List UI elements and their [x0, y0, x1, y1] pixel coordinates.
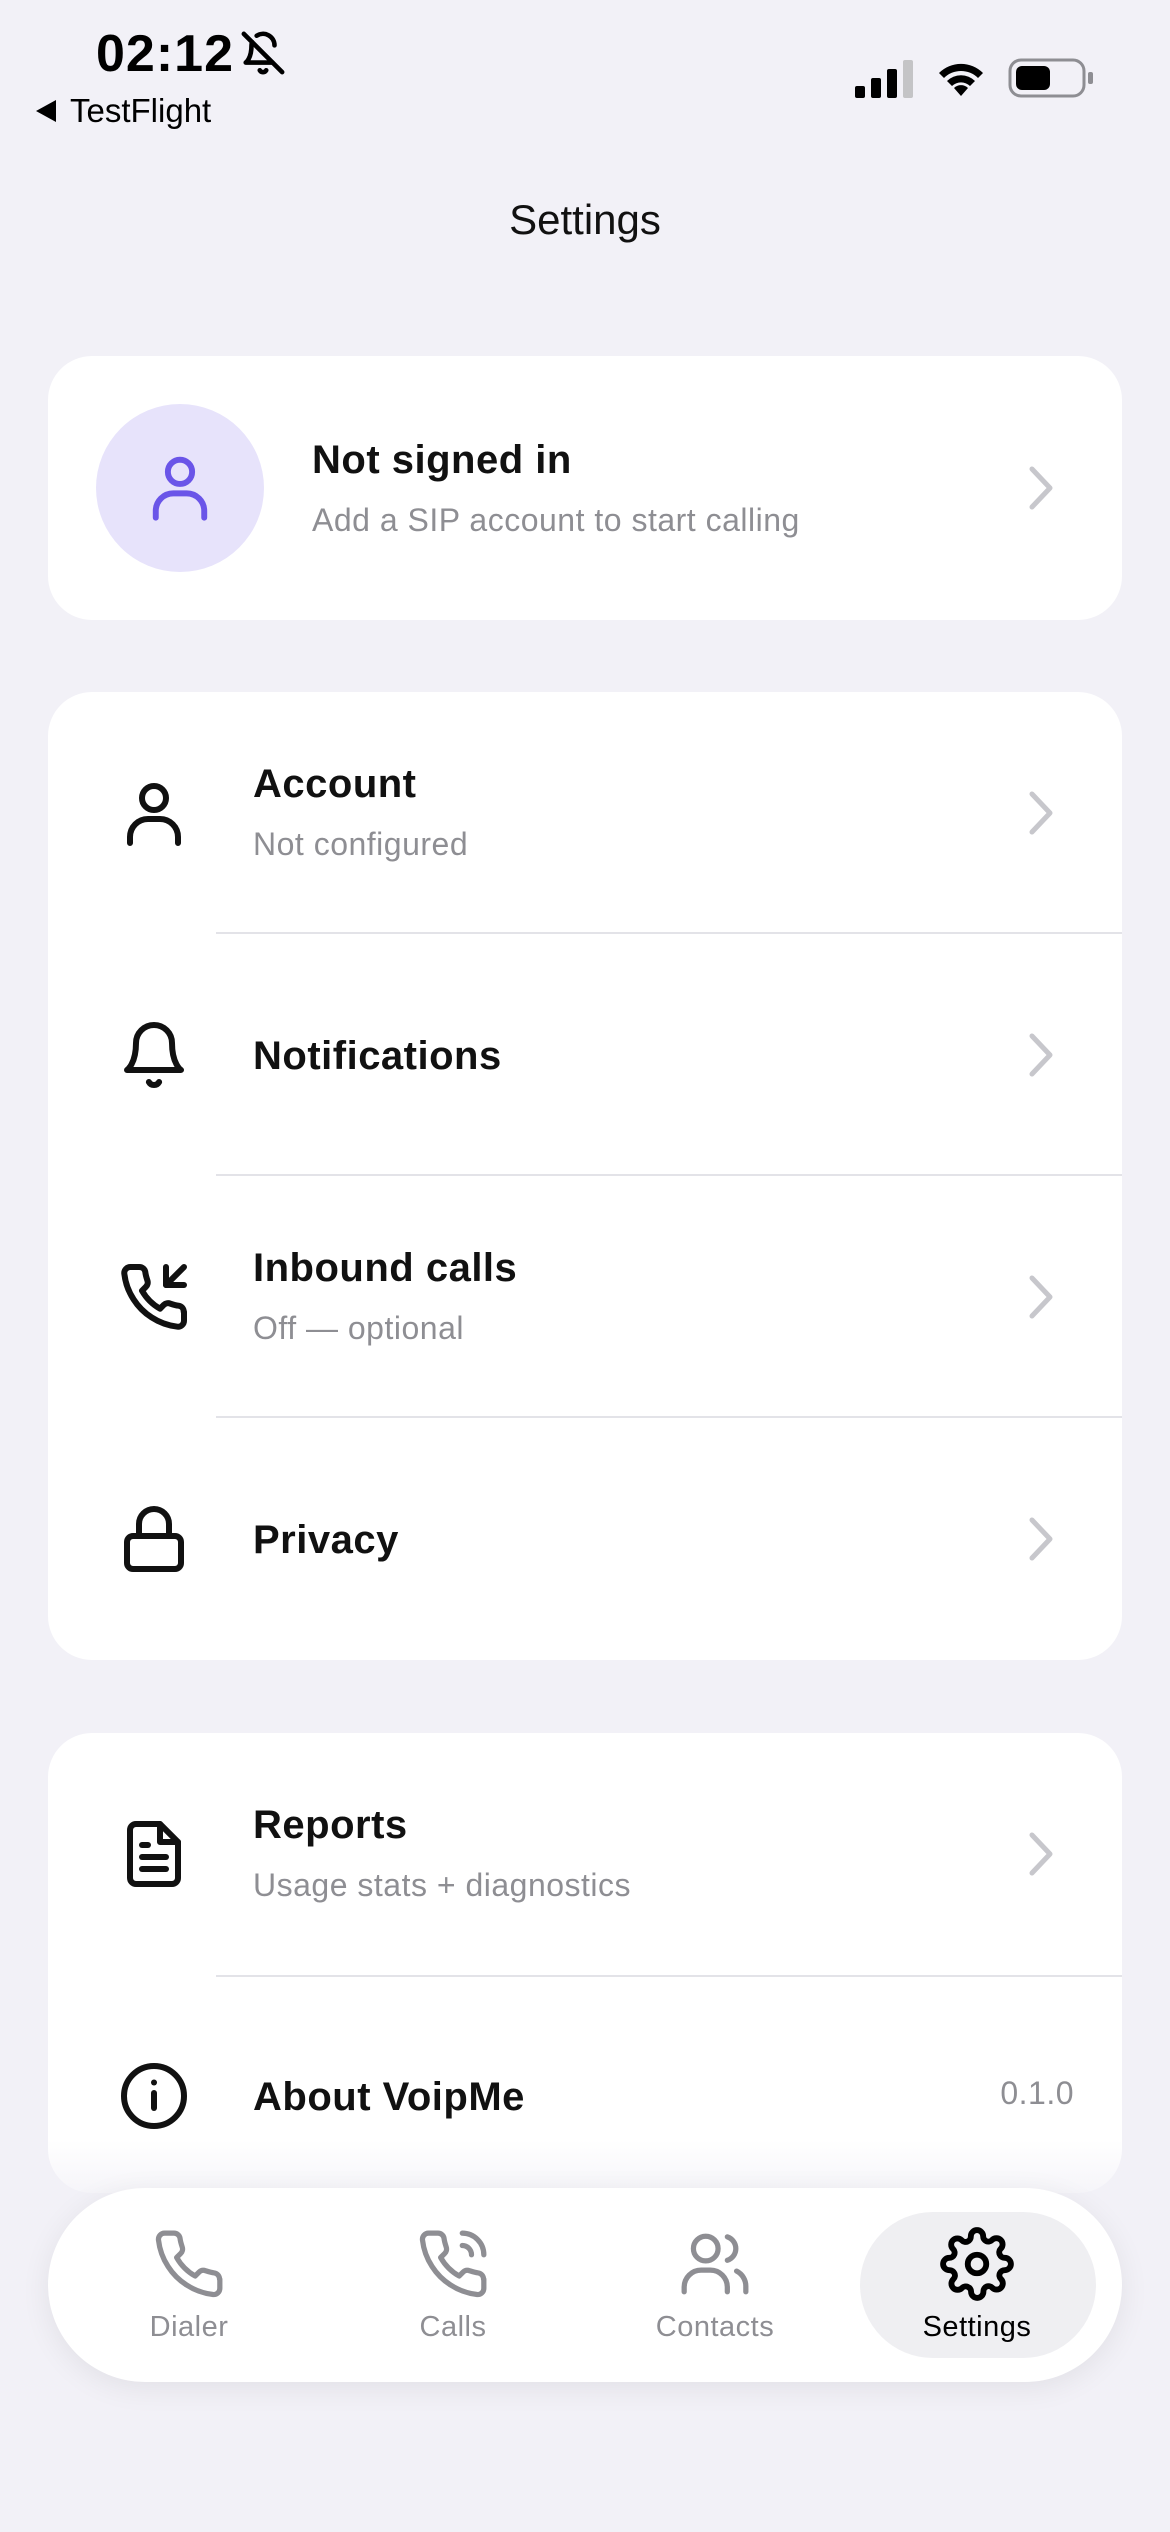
back-to-app-button[interactable]: TestFlight	[36, 92, 211, 130]
settings-row-notifications[interactable]: Notifications	[48, 934, 1122, 1176]
battery-icon	[1008, 58, 1093, 98]
profile-card[interactable]: Not signed in Add a SIP account to start…	[48, 356, 1122, 620]
bell-slash-icon	[241, 31, 285, 75]
row-title: About VoipMe	[253, 2075, 525, 2119]
settings-row-inbound-calls[interactable]: Inbound calls Off — optional	[48, 1176, 1122, 1418]
profile-title: Not signed in	[312, 438, 572, 482]
tab-settings[interactable]: Settings	[860, 2188, 1096, 2382]
status-time: 02:12	[96, 25, 234, 83]
tab-label: Contacts	[655, 2310, 775, 2343]
phone-calls-icon	[419, 2230, 487, 2297]
phone-incoming-icon	[121, 1263, 188, 1330]
tab-label: Settings	[922, 2310, 1032, 2343]
settings-row-reports[interactable]: Reports Usage stats + diagnostics	[48, 1733, 1122, 1977]
chevron-right-icon	[1029, 1832, 1053, 1876]
tab-calls[interactable]: Calls	[336, 2188, 570, 2382]
chevron-right-icon	[1029, 1033, 1053, 1077]
contacts-icon	[681, 2233, 749, 2294]
tab-contacts[interactable]: Contacts	[598, 2188, 832, 2382]
person-icon	[127, 783, 181, 846]
row-title: Reports	[253, 1803, 408, 1847]
settings-group: Account Not configured Notifications Inb…	[48, 692, 1122, 1660]
gear-icon	[940, 2226, 1014, 2301]
phone-icon	[155, 2230, 223, 2297]
tab-bar: Dialer Calls Contacts Settings	[48, 2188, 1122, 2382]
settings-row-account[interactable]: Account Not configured	[48, 692, 1122, 934]
tab-label: Calls	[419, 2310, 487, 2343]
row-title: Privacy	[253, 1518, 399, 1562]
avatar	[96, 404, 264, 572]
tab-label: Dialer	[149, 2310, 229, 2343]
app-version: 0.1.0	[1000, 2075, 1074, 2111]
tab-dialer[interactable]: Dialer	[72, 2188, 306, 2382]
settings-row-privacy[interactable]: Privacy	[48, 1418, 1122, 1660]
row-subtitle: Not configured	[253, 826, 469, 862]
about-group: Reports Usage stats + diagnostics About …	[48, 1733, 1122, 2193]
row-subtitle: Usage stats + diagnostics	[253, 1867, 632, 1903]
status-bar: 02:12 TestFlight	[0, 0, 1170, 140]
chevron-right-icon	[1029, 791, 1053, 835]
row-subtitle: Off — optional	[253, 1310, 464, 1346]
chevron-right-icon	[1029, 1517, 1053, 1561]
document-icon	[127, 1821, 181, 1887]
back-arrow-icon	[36, 100, 56, 122]
profile-subtitle: Add a SIP account to start calling	[312, 502, 800, 538]
page-title: Settings	[509, 196, 661, 243]
person-icon	[152, 456, 208, 521]
row-title: Account	[253, 762, 417, 806]
chevron-right-icon	[1029, 1275, 1053, 1319]
row-title: Inbound calls	[253, 1246, 518, 1290]
back-app-label: TestFlight	[70, 92, 212, 129]
wifi-icon	[939, 63, 983, 96]
bell-icon	[124, 1022, 184, 1088]
chevron-right-icon	[1029, 466, 1053, 510]
cellular-signal-icon	[855, 60, 913, 98]
lock-icon	[124, 1506, 184, 1572]
row-title: Notifications	[253, 1034, 502, 1078]
info-icon	[121, 2063, 187, 2129]
